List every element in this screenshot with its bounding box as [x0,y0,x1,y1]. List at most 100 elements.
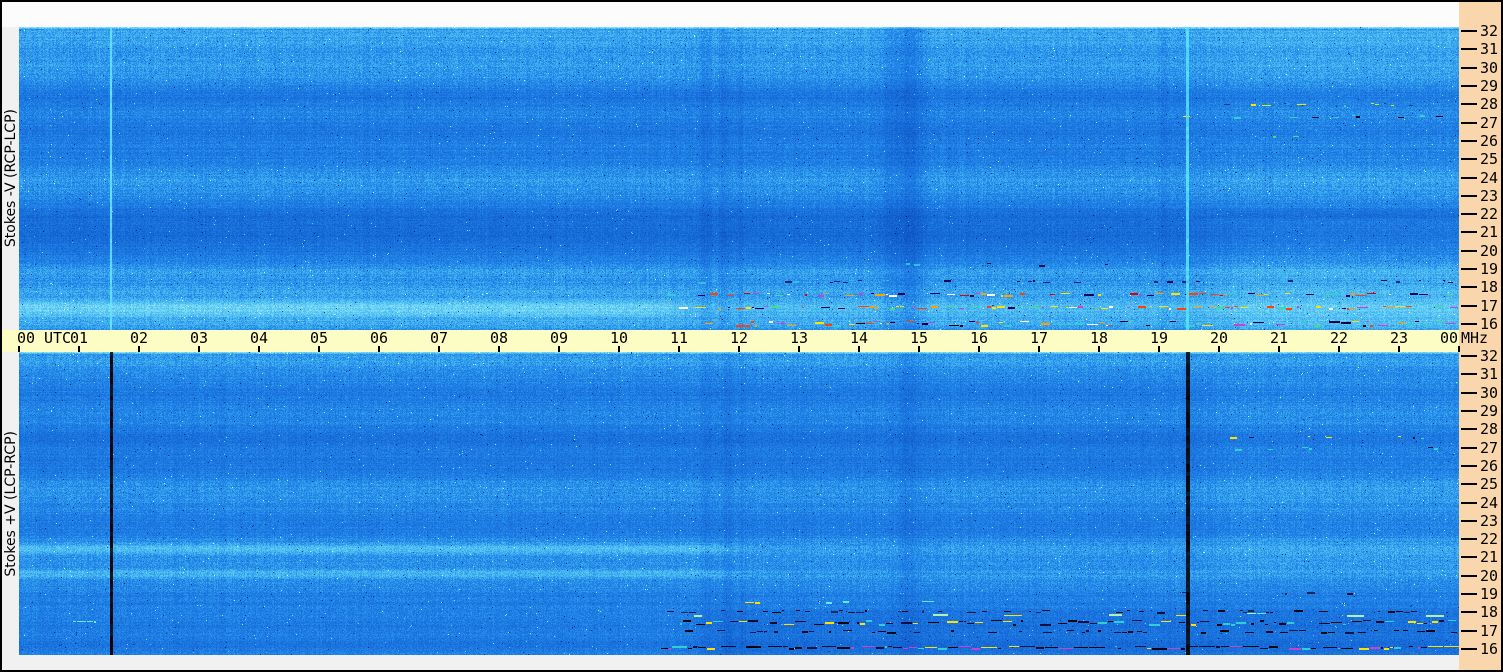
time-tick-label: 02 [129,329,149,347]
time-tick-mark [1038,346,1040,352]
freq-tick-mark [1461,323,1477,325]
time-tick-label: 06 [369,329,389,347]
time-tick-mark [978,346,980,352]
app-window: AJ4CO Observatory 23 Sep 2019 - DPS on T… [0,0,1503,672]
time-tick-mark [318,346,320,352]
freq-tick-label: 32 [1479,347,1498,365]
time-tick-label: 19 [1149,329,1169,347]
freq-tick-mark [1461,392,1477,394]
time-tick-mark [1098,346,1100,352]
freq-tick-mark [1461,593,1477,595]
freq-tick-mark [1461,103,1477,105]
freq-tick-mark [1461,305,1477,307]
freq-tick-mark [1461,483,1477,485]
spectrogram-panel-stokes-minus-v[interactable] [19,27,1459,330]
freq-tick-label: 24 [1479,494,1498,512]
freq-tick-label: 16 [1479,640,1498,658]
time-tick-mark [1158,346,1160,352]
time-tick-mark [1278,346,1280,352]
time-tick-mark [18,346,20,352]
time-tick-mark [1398,346,1400,352]
freq-tick-mark [1461,250,1477,252]
freq-tick-label: 17 [1479,622,1498,640]
freq-tick-mark [1461,122,1477,124]
time-tick-mark [198,346,200,352]
freq-tick-label: 30 [1479,59,1498,77]
freq-tick-mark [1461,268,1477,270]
freq-tick-label: 29 [1479,402,1498,420]
freq-tick-label: 28 [1479,420,1498,438]
time-tick-mark [1458,346,1460,352]
time-tick-label: 22 [1329,329,1349,347]
left-label-strip-bottom: Stokes +V (LCP-RCP) [2,352,19,655]
freq-tick-label: 25 [1479,475,1498,493]
time-tick-label: 13 [789,329,809,347]
freq-tick-mark [1461,140,1477,142]
freq-tick-label: 28 [1479,95,1498,113]
freq-tick-label: 20 [1479,567,1498,585]
mhz-unit-label: MHz [1461,329,1489,347]
freq-tick-mark [1461,48,1477,50]
freq-tick-label: 24 [1479,169,1498,187]
time-tick-mark [918,346,920,352]
freq-tick-label: 20 [1479,242,1498,260]
time-tick-label: 03 [189,329,209,347]
freq-tick-mark [1461,520,1477,522]
freq-tick-mark [1461,67,1477,69]
freq-tick-mark [1461,195,1477,197]
freq-tick-mark [1461,648,1477,650]
freq-tick-label: 23 [1479,187,1498,205]
time-tick-label: 09 [549,329,569,347]
time-tick-label: 20 [1209,329,1229,347]
panel-label-stokes-plus-v: Stokes +V (LCP-RCP) [2,430,19,577]
time-tick-mark [1218,346,1220,352]
time-tick-mark [558,346,560,352]
left-label-strip-top: Stokes -V (RCP-LCP) [2,27,19,330]
freq-tick-mark [1461,447,1477,449]
freq-tick-mark [1461,231,1477,233]
time-tick-mark [738,346,740,352]
time-tick-label: 12 [729,329,749,347]
time-tick-label: 21 [1269,329,1289,347]
time-tick-label: 11 [669,329,689,347]
freq-tick-mark [1461,428,1477,430]
time-tick-label: 04 [249,329,269,347]
time-tick-label: 07 [429,329,449,347]
freq-tick-mark [1461,373,1477,375]
freq-tick-mark [1461,177,1477,179]
freq-tick-label: 31 [1479,365,1498,383]
time-tick-label: 14 [849,329,869,347]
freq-tick-label: 21 [1479,223,1498,241]
title-bar: AJ4CO Observatory 23 Sep 2019 - DPS on T… [2,2,1459,27]
freq-tick-label: 22 [1479,205,1498,223]
freq-tick-label: 25 [1479,150,1498,168]
time-tick-mark [498,346,500,352]
time-tick-label: 00 [1439,329,1459,347]
freq-tick-label: 23 [1479,512,1498,530]
time-tick-mark [258,346,260,352]
time-tick-label: 17 [1029,329,1049,347]
freq-tick-mark [1461,575,1477,577]
freq-tick-mark [1461,355,1477,357]
time-tick-label: 08 [489,329,509,347]
freq-tick-label: 18 [1479,603,1498,621]
time-tick-label: 16 [969,329,989,347]
time-tick-mark [438,346,440,352]
time-tick-mark [678,346,680,352]
time-tick-label: 01 [69,329,89,347]
time-tick-mark [138,346,140,352]
freq-tick-mark [1461,556,1477,558]
time-tick-label: 05 [309,329,329,347]
freq-tick-label: 18 [1479,278,1498,296]
freq-tick-mark [1461,30,1477,32]
freq-tick-label: 17 [1479,297,1498,315]
freq-tick-label: 21 [1479,548,1498,566]
freq-tick-label: 19 [1479,260,1498,278]
freq-tick-label: 26 [1479,132,1498,150]
freq-tick-label: 30 [1479,384,1498,402]
freq-tick-label: 26 [1479,457,1498,475]
time-tick-mark [858,346,860,352]
freq-tick-mark [1461,158,1477,160]
spectrogram-panel-stokes-plus-v[interactable] [19,352,1459,655]
freq-tick-label: 19 [1479,585,1498,603]
